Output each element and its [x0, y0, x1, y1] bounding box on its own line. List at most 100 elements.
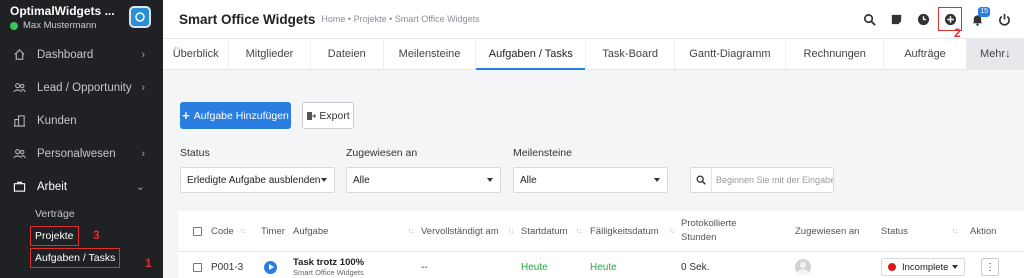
chevron-down-icon: ⌄ [135, 181, 145, 193]
home-icon [11, 47, 27, 63]
status-dropdown[interactable]: Incomplete [881, 255, 966, 278]
search-input[interactable] [711, 168, 833, 192]
column-header-action: Aktion [970, 211, 996, 251]
assigned-filter-select[interactable]: Alle [346, 167, 501, 193]
sort-icon: ↑↓ [508, 227, 514, 235]
row-checkbox[interactable] [193, 255, 202, 278]
tab-aufgaben[interactable]: Aufgaben / Tasks [476, 39, 587, 70]
chevron-right-icon: › [141, 81, 145, 94]
tab-meilensteine[interactable]: Meilensteine [384, 39, 477, 69]
column-header-label: Startdatum [521, 225, 568, 237]
column-header-due[interactable]: Fälligkeitsdatum ↑↓ [590, 211, 675, 251]
column-header-task[interactable]: Aufgabe ↑↓ [293, 211, 414, 251]
column-header-completed[interactable]: Vervollständigt am ↑↓ [421, 211, 514, 251]
sidebar-item-lead[interactable]: Lead / Opportunity › [0, 71, 163, 104]
status-filter-label: Status [180, 147, 210, 159]
task-title[interactable]: Task trotz 100% [293, 257, 364, 268]
assignee-avatar[interactable] [795, 255, 811, 278]
page-title: Smart Office Widgets [179, 11, 316, 27]
header-divider [178, 251, 1024, 252]
tab-rechnungen[interactable]: Rechnungen [786, 39, 885, 69]
export-label: Export [319, 109, 350, 122]
status-filter-value: Erledigte Aufgabe ausblenden [187, 174, 321, 186]
assigned-filter-value: Alle [353, 174, 370, 186]
briefcase-icon [11, 179, 27, 195]
sidebar-item-label: Lead / Opportunity [37, 81, 132, 94]
sidebar-item-kunden[interactable]: Kunden [0, 104, 163, 137]
sidebar: OptimalWidgets ... Max Mustermann Dashbo… [0, 0, 163, 278]
column-header-timer: Timer [261, 211, 285, 251]
tab-gantt[interactable]: Gantt-Diagramm [675, 39, 787, 69]
column-header-label: Protokollierte [681, 218, 737, 229]
column-header-status[interactable]: Status ↑↓ [881, 211, 958, 251]
status-dot-icon [888, 263, 896, 271]
sidebar-subitem-vertraege[interactable]: Verträge [0, 203, 163, 225]
search-icon[interactable] [857, 7, 881, 31]
column-header-label: Status [881, 225, 908, 237]
team-icon [11, 146, 27, 162]
task-code: P001-3 [211, 261, 244, 273]
bell-icon[interactable]: 15 [965, 7, 990, 31]
sort-icon: ↑↓ [952, 227, 958, 235]
user-name: Max Mustermann [23, 20, 97, 31]
column-header-code[interactable]: Code ↑↓ [211, 211, 246, 251]
chevron-right-icon: › [141, 147, 145, 160]
annotation-1: 1 [145, 256, 152, 270]
timer-play-button[interactable] [264, 255, 277, 278]
task-completed-date: -- [421, 261, 428, 273]
status-filter-select[interactable]: Erledigte Aufgabe ausblenden [180, 167, 335, 193]
sidebar-subitem-projekte[interactable]: Projekte [0, 225, 163, 247]
header-bar: Smart Office Widgets Home • Projekte • S… [163, 0, 1024, 40]
brand: OptimalWidgets ... Max Mustermann [0, 0, 163, 36]
clock-icon[interactable] [911, 7, 935, 31]
tab-dateien[interactable]: Dateien [311, 39, 384, 69]
app-logo-icon[interactable] [129, 6, 151, 28]
sidebar-subitem-label: Verträge [35, 208, 75, 220]
add-task-button[interactable]: + Aufgabe Hinzufügen [180, 102, 291, 129]
play-icon [264, 260, 277, 274]
tab-mitglieder[interactable]: Mitglieder [229, 39, 311, 69]
milestone-filter-select[interactable]: Alle [513, 167, 668, 193]
header-actions: 15 [854, 0, 1016, 38]
more-vertical-icon: ⋮ [981, 258, 999, 276]
column-header-hours[interactable]: Protokollierte Stunden [681, 211, 789, 251]
sidebar-item-label: Personalwesen [37, 147, 116, 160]
task-project: Smart Office Widgets [293, 268, 364, 277]
sidebar-subitem-aufgaben[interactable]: Aufgaben / Tasks [0, 247, 163, 269]
tab-auftraege[interactable]: Aufträge [884, 39, 967, 69]
column-header-label: Vervollständigt am [421, 225, 499, 237]
sort-icon: ↑↓ [669, 227, 675, 235]
task-start-date: Heute [521, 261, 548, 273]
sort-icon: ↑↓ [239, 227, 246, 235]
sidebar-item-label: Kunden [37, 114, 77, 127]
status-select[interactable]: Incomplete [881, 258, 966, 276]
chevron-right-icon: › [141, 48, 145, 61]
building-icon [11, 113, 27, 129]
task-due-date: Heute [590, 261, 617, 273]
plus-icon: + [182, 108, 190, 123]
breadcrumb[interactable]: Home • Projekte • Smart Office Widgets [321, 14, 479, 24]
search-icon [691, 168, 711, 192]
column-header-label: Aufgabe [293, 225, 329, 237]
sticky-note-icon[interactable] [884, 7, 908, 31]
row-action-menu[interactable]: ⋮ [981, 255, 999, 278]
task-logged-hours: 0 Sek. [681, 261, 710, 273]
tab-task-board[interactable]: Task-Board [586, 39, 675, 69]
milestone-filter-label: Meilensteine [513, 147, 572, 159]
sidebar-item-dashboard[interactable]: Dashboard › [0, 38, 163, 71]
milestone-filter-value: Alle [520, 174, 537, 186]
tab-ueberblick[interactable]: Überblick [163, 39, 230, 69]
column-header-assigned: Zugewiesen an [795, 211, 859, 251]
sidebar-item-arbeit[interactable]: Arbeit ⌄ [0, 170, 163, 203]
export-button[interactable]: Export [302, 102, 354, 129]
sidebar-item-personalwesen[interactable]: Personalwesen › [0, 137, 163, 170]
power-icon[interactable] [992, 7, 1016, 31]
sidebar-nav: Dashboard › Lead / Opportunity › Kunden … [0, 38, 163, 269]
column-header-start[interactable]: Startdatum ↑↓ [521, 211, 582, 251]
tab-more[interactable]: Mehr↓ [966, 39, 1024, 69]
sidebar-subitem-label: Aufgaben / Tasks [30, 248, 121, 268]
task-cell[interactable]: Task trotz 100% Smart Office Widgets [293, 255, 364, 278]
select-all-checkbox[interactable] [193, 211, 202, 251]
users-icon [11, 80, 27, 96]
chevron-down-icon [654, 178, 660, 182]
